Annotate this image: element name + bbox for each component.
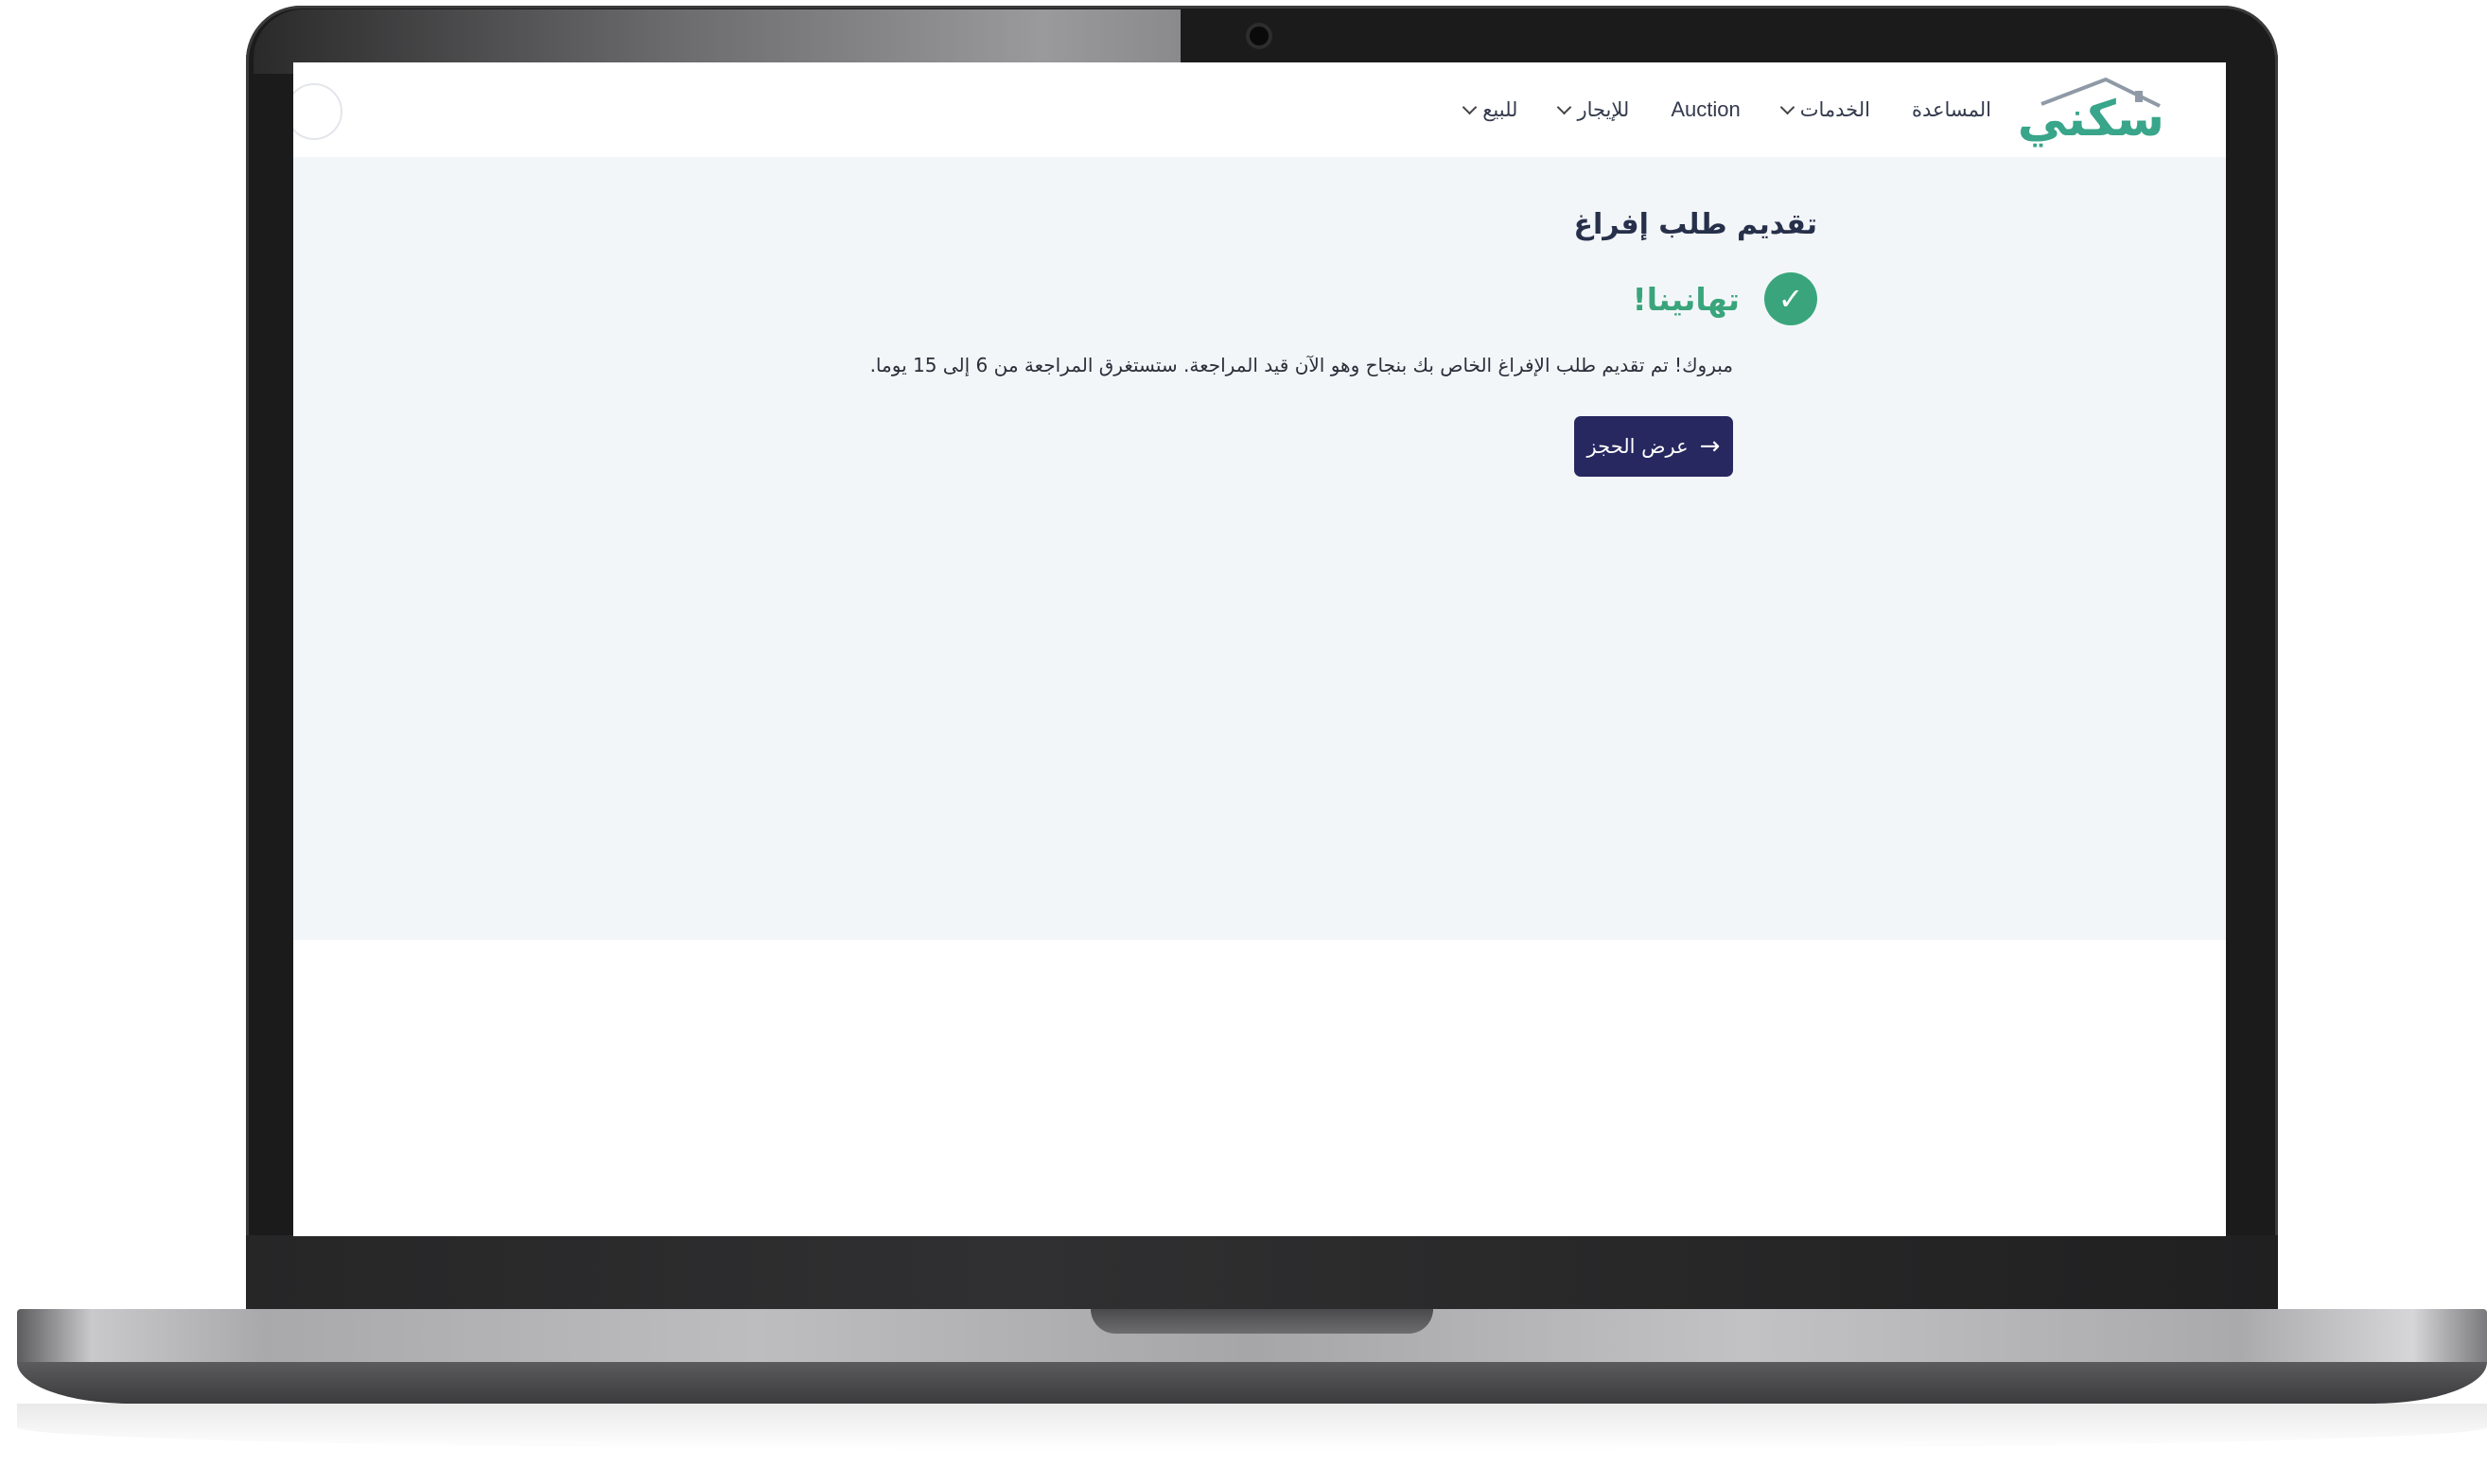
content-area bbox=[293, 157, 2226, 940]
nav-label: المساعدة bbox=[1911, 98, 1991, 121]
logo-text: سكني bbox=[2017, 91, 2164, 148]
arrow-right-icon: → bbox=[1699, 432, 1721, 461]
nav-label: Auction bbox=[1671, 97, 1741, 121]
top-navbar: للبيع للإيجار Auction الخدمات المساعدة س… bbox=[293, 62, 2226, 157]
check-icon: ✓ bbox=[1764, 272, 1817, 325]
nav-item-services[interactable]: الخدمات bbox=[1779, 98, 1870, 121]
view-booking-button[interactable]: عرض الحجز → bbox=[1574, 416, 1733, 477]
laptop-base-edge bbox=[17, 1362, 2487, 1404]
screen: للبيع للإيجار Auction الخدمات المساعدة س… bbox=[293, 62, 2226, 1236]
nav-label: الخدمات bbox=[1799, 98, 1870, 121]
nav-item-for-rent[interactable]: للإيجار bbox=[1557, 98, 1630, 121]
congrats-heading: تهانينا! bbox=[1632, 280, 1740, 318]
nav-item-for-sale[interactable]: للبيع bbox=[1462, 98, 1518, 121]
laptop-bezel-bottom bbox=[246, 1235, 2278, 1311]
success-message: مبروك! تم تقديم طلب الإفراغ الخاص بك بنج… bbox=[869, 354, 1733, 376]
nav-label: للبيع bbox=[1482, 98, 1518, 121]
main-nav: للبيع للإيجار Auction الخدمات المساعدة bbox=[1462, 91, 1991, 129]
chevron-down-icon bbox=[1462, 99, 1478, 114]
button-label: عرض الحجز bbox=[1586, 435, 1689, 458]
nav-item-auction[interactable]: Auction bbox=[1671, 97, 1740, 122]
user-menu-toggle[interactable] bbox=[293, 83, 342, 140]
page-title: تقديم طلب إفراغ bbox=[1573, 208, 1818, 241]
nav-label: للإيجار bbox=[1577, 98, 1630, 121]
chevron-down-icon bbox=[1557, 99, 1572, 114]
webcam bbox=[1250, 26, 1269, 45]
laptop-opening-notch bbox=[1091, 1309, 1433, 1334]
success-header: ✓ تهانينا! bbox=[1633, 272, 1817, 325]
sakani-logo[interactable]: سكني bbox=[2004, 76, 2164, 148]
chevron-down-icon bbox=[1779, 99, 1795, 114]
laptop-shadow bbox=[17, 1404, 2487, 1451]
nav-item-help[interactable]: المساعدة bbox=[1912, 98, 1991, 121]
